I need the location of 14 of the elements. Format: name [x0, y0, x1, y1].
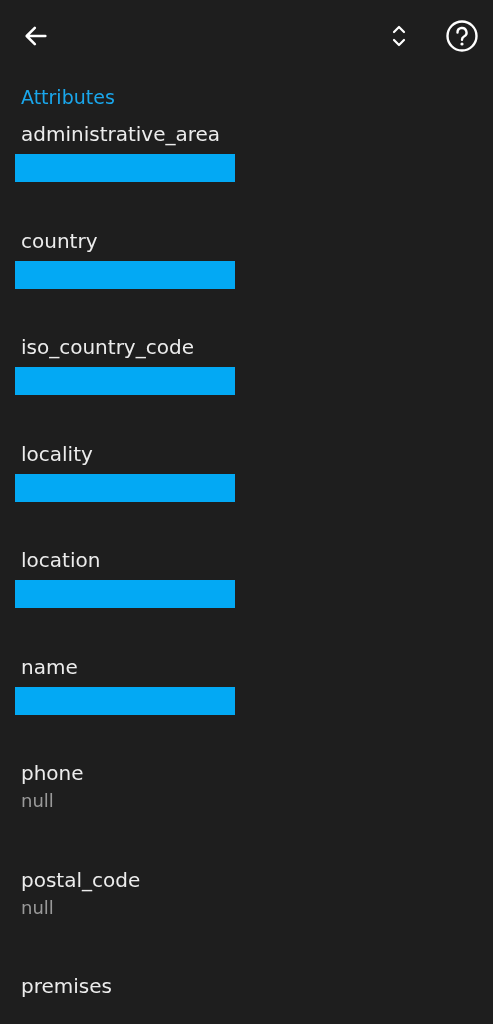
attribute-name: country — [21, 227, 98, 255]
help-button[interactable] — [445, 19, 479, 53]
attribute-value: null — [21, 789, 54, 813]
section-title: Attributes — [21, 85, 115, 110]
attribute-name: administrative_area — [21, 121, 221, 148]
attribute-name: iso_country_code — [21, 334, 194, 361]
attribute-name: postal_code — [21, 866, 141, 894]
attribute-name: location — [21, 547, 101, 574]
attribute-value: null — [21, 895, 54, 920]
attribute-name: locality — [21, 440, 93, 468]
attribute-name: premises — [21, 973, 112, 1000]
expand-collapse-button[interactable] — [391, 23, 407, 49]
attribute-name: phone — [21, 760, 84, 787]
attribute-name: name — [21, 653, 78, 681]
